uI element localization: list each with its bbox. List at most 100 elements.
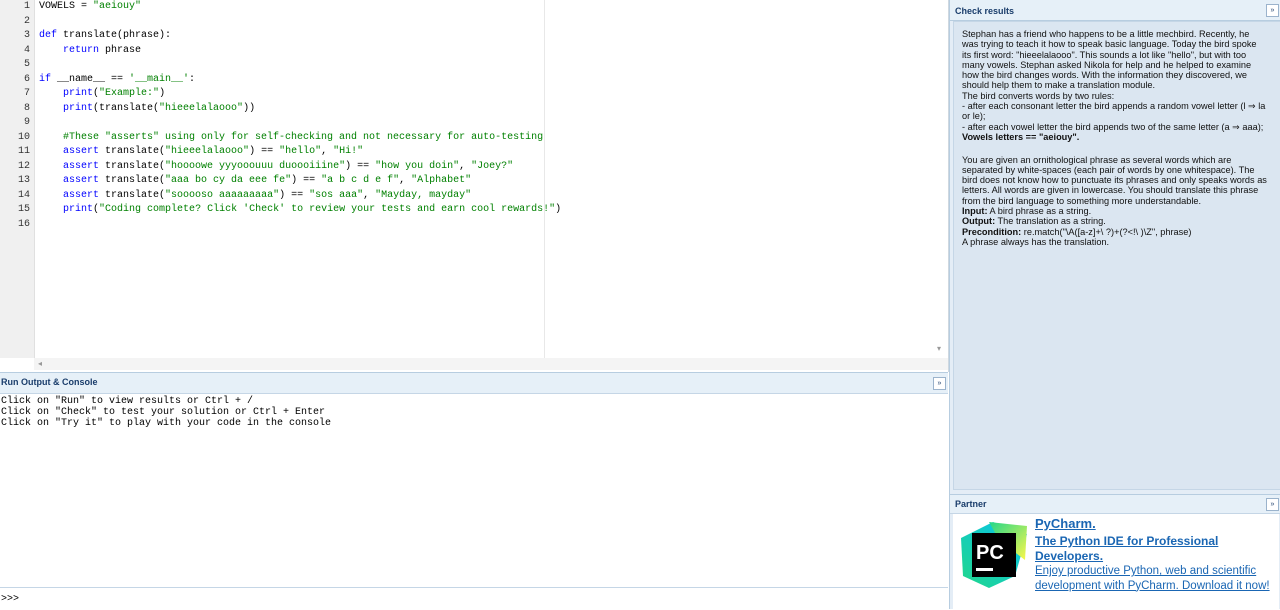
code-token: translate( <box>99 189 166 201</box>
line-number: 14 <box>17 189 30 201</box>
code-token: "Coding complete? Click 'Check' to revie… <box>99 204 556 215</box>
partner-name-link[interactable]: PyCharm. <box>1035 516 1096 531</box>
description-text: You are given an ornithological phrase a… <box>962 154 1267 206</box>
code-token: print <box>63 204 94 215</box>
code-line[interactable]: def translate(phrase): <box>39 29 171 44</box>
code-token: "a b c d e f" <box>321 175 400 186</box>
code-line[interactable]: assert translate("hieeelalaooo") == "hel… <box>39 145 363 160</box>
line-number: 10 <box>17 131 30 143</box>
scroll-down-icon[interactable]: ▾ <box>937 344 941 353</box>
description-paragraph: The bird converts words by two rules: <box>962 91 1267 101</box>
code-line[interactable]: return phrase <box>39 44 141 59</box>
line-number: 9 <box>23 117 30 128</box>
code-token: , <box>459 160 472 172</box>
code-token: print <box>63 88 94 99</box>
code-token: def <box>39 30 58 41</box>
code-token: ) <box>159 88 166 99</box>
code-token: print <box>63 102 94 114</box>
code-token: ) == <box>345 160 376 172</box>
code-token: translate( <box>99 146 166 157</box>
code-token: "Joey?" <box>471 160 514 172</box>
code-line[interactable]: #These "asserts" using only for self-che… <box>39 131 543 146</box>
scroll-left-icon[interactable]: ◂ <box>38 359 42 368</box>
code-token: assert <box>63 189 100 201</box>
code-token: "Hi!" <box>333 146 364 157</box>
code-token: "sooooso aaaaaaaaa" <box>165 189 280 201</box>
description-paragraph: A phrase always has the translation. <box>962 237 1267 247</box>
code-line[interactable]: VOWELS = "aeiouy" <box>39 0 141 15</box>
code-line[interactable]: assert translate("hoooowe yyyooouuu duoo… <box>39 160 513 175</box>
description-text: - after each vowel letter the bird appen… <box>962 121 1264 132</box>
code-token: "Mayday, mayday" <box>375 189 472 201</box>
line-number: 4 <box>23 44 30 56</box>
horizontal-scrollbar[interactable]: ◂ <box>34 358 948 370</box>
code-token: translate( <box>99 175 166 186</box>
console-line: Click on "Run" to view results or Ctrl +… <box>1 396 254 407</box>
line-number: 5 <box>23 59 30 70</box>
console-prompt: >>> <box>1 594 20 605</box>
description-paragraph: Precondition: re.match("\A([a-z]+\ ?)+(?… <box>962 227 1267 237</box>
code-token: assert <box>63 175 100 186</box>
line-number: 16 <box>17 218 30 230</box>
code-token: , <box>399 175 412 186</box>
code-line[interactable]: assert translate("aaa bo cy da eee fe") … <box>39 174 471 189</box>
description-paragraph: You are given an ornithological phrase a… <box>962 155 1267 206</box>
code-token: "hello" <box>279 146 322 157</box>
partner-tagline-link[interactable]: The Python IDE for Professional Develope… <box>1035 534 1275 564</box>
console-input[interactable]: >>> <box>0 587 948 610</box>
code-token: "Alphabet" <box>411 175 472 186</box>
code-editor[interactable]: 1 2 3 4 5 6 7 8 9 10 11 12 13 14 15 16 VOWELS = "aeiouy… <box>0 0 949 372</box>
code-token: , <box>363 189 376 201</box>
line-number: 3 <box>23 30 30 41</box>
description-bold: Output: <box>962 216 996 227</box>
code-token: '__main__' <box>129 73 190 85</box>
code-token: translate(phrase): <box>57 30 172 41</box>
pycharm-logo-text: PC <box>976 542 1004 564</box>
line-number-gutter: 1 2 3 4 5 6 7 8 9 10 11 12 13 14 15 16 <box>0 0 35 358</box>
code-token: "Example:" <box>99 88 160 99</box>
partner-description-link[interactable]: Enjoy productive Python, web and scienti… <box>1035 564 1275 593</box>
code-token: assert <box>63 146 100 157</box>
code-token: (translate( <box>93 102 160 114</box>
description-text: re.match("\A([a-z]+\ ?)+(?<!\ )\Z", phra… <box>1021 226 1192 237</box>
collapse-check-icon[interactable]: » <box>1266 4 1279 17</box>
code-token: ) == <box>249 146 280 157</box>
code-line[interactable]: print("Coding complete? Click 'Check' to… <box>39 203 561 218</box>
console-line: Click on "Check" to test your solution o… <box>1 407 326 418</box>
description-bold: Vowels letters == "aeiouy". <box>962 131 1080 142</box>
line-number: 12 <box>17 160 30 172</box>
print-margin <box>544 0 545 358</box>
console-line: Click on "Try it" to play with your code… <box>1 418 332 429</box>
partner-title: Partner <box>955 499 987 509</box>
description-text: - after each consonant letter the bird a… <box>962 101 1266 122</box>
collapse-console-icon[interactable]: » <box>933 377 946 390</box>
description-paragraph: Input: A bird phrase as a string. <box>962 206 1267 216</box>
code-token: "hieeelalaooo" <box>165 146 250 157</box>
pycharm-logo-icon[interactable]: PC <box>959 520 1029 590</box>
code-line[interactable]: assert translate("sooooso aaaaaaaaa") ==… <box>39 189 471 204</box>
code-token: phrase <box>99 44 142 56</box>
task-description: Stephan has a friend who happens to be a… <box>953 21 1280 490</box>
code-token: translate( <box>99 160 166 172</box>
code-line[interactable]: print(translate("hieeelalaooo")) <box>39 102 255 117</box>
partner-ad[interactable]: PC PyCharm. The Python IDE for Professio… <box>953 514 1279 609</box>
code-token: "hoooowe yyyooouuu duoooiiine" <box>165 160 346 172</box>
code-token: "how you doin" <box>375 160 460 172</box>
vertical-scrollbar[interactable]: ▾ <box>935 0 947 358</box>
code-line[interactable]: if __name__ == '__main__': <box>39 73 195 88</box>
code-token: : <box>189 73 196 85</box>
check-results-title: Check results <box>955 6 1015 16</box>
collapse-partner-icon[interactable]: » <box>1266 498 1279 511</box>
code-token: if <box>39 73 52 85</box>
line-number: 7 <box>23 88 30 99</box>
description-paragraph: Vowels letters == "aeiouy". <box>962 132 1267 142</box>
description-paragraph: Stephan has a friend who happens to be a… <box>962 29 1267 91</box>
line-number: 2 <box>23 15 30 27</box>
code-line[interactable]: print("Example:") <box>39 87 165 102</box>
code-token: "sos aaa" <box>309 189 364 201</box>
code-token: , <box>321 146 334 157</box>
